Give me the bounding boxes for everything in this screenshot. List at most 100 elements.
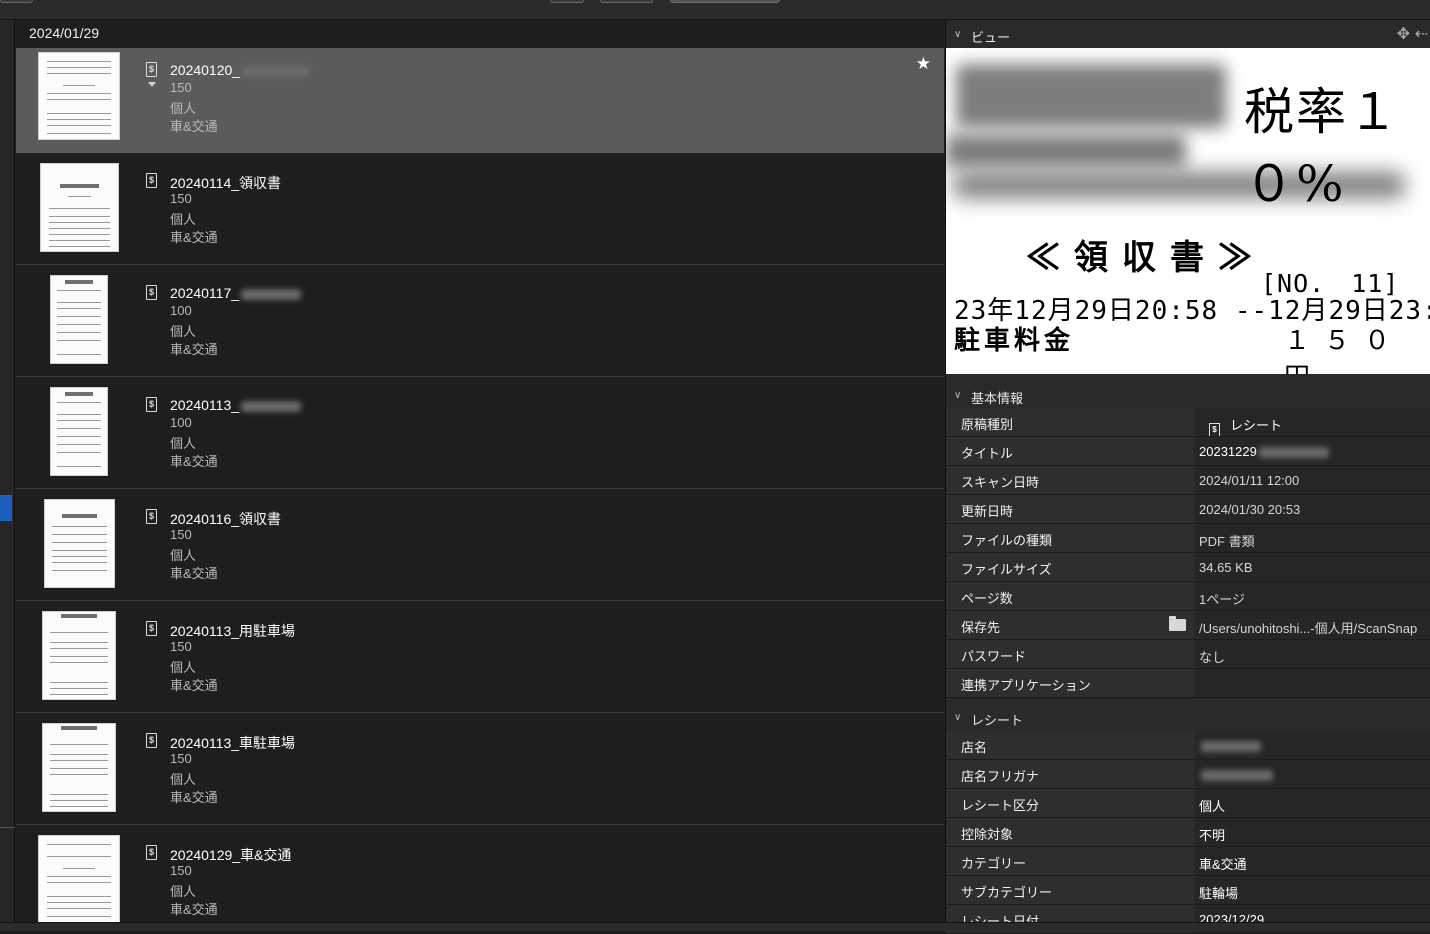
- receipt-doc-icon: $: [146, 173, 157, 188]
- property-row: ファイルの種類 PDF 書類: [946, 524, 1430, 553]
- receipt-thumbnail: [50, 275, 108, 364]
- item-title: 20240113_車駐車場: [170, 735, 296, 751]
- list-item[interactable]: $ 20240113_用駐車場 150 個人 車&交通: [16, 601, 944, 713]
- property-row: ページ数 1ページ: [946, 582, 1430, 611]
- store-kana-field[interactable]: [1195, 760, 1430, 788]
- property-row: 店名フリガナ: [946, 760, 1430, 789]
- item-amount: 100: [170, 415, 192, 430]
- receipt-section-header[interactable]: ∨ レシート: [946, 703, 1430, 731]
- list-item[interactable]: $ 20240113_車駐車場 150 個人 車&交通: [16, 713, 944, 825]
- item-amount: 100: [170, 303, 192, 318]
- item-category: 車&交通: [170, 790, 218, 805]
- property-row: 店名: [946, 731, 1430, 760]
- receipt-doc-icon: $: [146, 397, 157, 412]
- item-category: 車&交通: [170, 119, 218, 134]
- item-title: 20240113_用駐車場: [170, 623, 296, 639]
- view-section-header[interactable]: ∨ ビュー ✥ ⇠: [946, 20, 1430, 48]
- receipt-fee-label: 駐車料金: [954, 326, 1075, 356]
- property-row: パスワード なし: [946, 640, 1430, 669]
- item-owner: 個人: [170, 212, 197, 227]
- redacted-area: [956, 64, 1226, 128]
- divider: [0, 827, 15, 828]
- property-row: 保存先/Users/unohitoshi...-個人用/ScanSnap: [946, 611, 1430, 640]
- item-amount: 150: [170, 80, 192, 95]
- store-field[interactable]: [1195, 731, 1430, 759]
- item-title: 20240114_領収書: [170, 175, 282, 191]
- toolbar-button[interactable]: [0, 0, 33, 3]
- status-bar: [0, 922, 1430, 931]
- item-category: 車&交通: [170, 902, 218, 917]
- toolbar-button[interactable]: [550, 0, 584, 3]
- receipt-tax-rate: 税率１０%: [1244, 83, 1400, 213]
- title-field[interactable]: 20231229: [1195, 437, 1430, 465]
- property-row: 控除対象 不明: [946, 818, 1430, 847]
- receipt-doc-icon: $: [146, 62, 157, 77]
- receipt-doc-icon: $: [1209, 423, 1220, 436]
- property-row: カテゴリー 車&交通: [946, 847, 1430, 876]
- receipt-doc-icon: $: [146, 621, 157, 636]
- item-owner: 個人: [170, 324, 197, 339]
- item-owner: 個人: [170, 772, 197, 787]
- receipt-heading: ≪領収書≫: [1026, 238, 1266, 278]
- receipt-doc-icon: $: [146, 845, 157, 860]
- move-icon[interactable]: ✥ ⇠: [1397, 24, 1428, 44]
- list-item[interactable]: $ 20240114_領収書 150 個人 車&交通: [16, 153, 944, 265]
- receipt-thumbnail: [42, 611, 116, 700]
- receipt-info-table: 店名 店名フリガナ レシート区分 個人 控除対象 不明 カテゴリー 車&交通 サブカテ…: [946, 731, 1430, 934]
- basic-info-section-header[interactable]: ∨ 基本情報: [946, 381, 1430, 408]
- receipt-thumbnail: [42, 723, 116, 812]
- property-row: サブカテゴリー 駐輪場: [946, 876, 1430, 905]
- star-icon[interactable]: ★: [916, 54, 931, 74]
- item-category: 車&交通: [170, 230, 218, 245]
- list-item[interactable]: $ 20240113_ 100 個人 車&交通: [16, 377, 944, 489]
- property-row: 更新日時 2024/01/30 20:53: [946, 495, 1430, 524]
- property-row: タイトル 20231229: [946, 437, 1430, 466]
- toolbar-button[interactable]: [600, 0, 653, 3]
- property-row: ファイルサイズ 34.65 KB: [946, 553, 1430, 582]
- item-amount: 150: [170, 751, 192, 766]
- item-owner: 個人: [170, 101, 197, 116]
- redacted-area: [946, 134, 1186, 168]
- receipt-preview[interactable]: 税率１０% ≪領収書≫ [NO. 11] 23年12月29日20:58 --12…: [946, 48, 1430, 374]
- chevron-down-icon[interactable]: [148, 82, 156, 87]
- receipt-thumbnail: [44, 499, 115, 588]
- sidebar-selection-indicator: [0, 495, 12, 521]
- item-title: 20240120_: [170, 62, 311, 80]
- item-title: 20240113_: [170, 397, 302, 415]
- toolbar: [0, 0, 1430, 20]
- basic-info-table: 原稿種別 $ レシート タイトル 20231229 スキャン日時 2024/01/11 …: [946, 408, 1430, 698]
- item-owner: 個人: [170, 660, 197, 675]
- left-sidebar: [0, 20, 15, 922]
- item-owner: 個人: [170, 884, 197, 899]
- folder-icon[interactable]: [1169, 616, 1186, 631]
- list-item[interactable]: $ 20240117_ 100 個人 車&交通: [16, 265, 944, 377]
- receipt-thumbnail: [38, 835, 120, 922]
- chevron-down-icon[interactable]: ∨: [954, 712, 961, 723]
- item-amount: 150: [170, 863, 192, 878]
- item-category: 車&交通: [170, 342, 218, 357]
- property-row: レシート区分 個人: [946, 789, 1430, 818]
- item-title: 20240129_車&交通: [170, 847, 292, 863]
- list-item[interactable]: $ 20240116_領収書 150 個人 車&交通: [16, 489, 944, 601]
- list-item[interactable]: $ 20240120_ 150 個人 車&交通 ★: [16, 48, 944, 153]
- chevron-down-icon[interactable]: ∨: [954, 29, 961, 40]
- chevron-down-icon[interactable]: ∨: [954, 390, 961, 401]
- item-category: 車&交通: [170, 678, 218, 693]
- receipt-fee-amount: １５０円: [1284, 326, 1405, 374]
- receipt-thumbnail: [50, 387, 108, 476]
- item-amount: 150: [170, 639, 192, 654]
- item-title: 20240117_: [170, 285, 302, 303]
- document-list: 2024/01/29 $ 20240120_ 150 個人 車&交通 ★ $ 2…: [16, 20, 944, 922]
- receipt-thumbnail: [38, 52, 120, 140]
- receipt-doc-icon: $: [146, 285, 157, 300]
- item-amount: 150: [170, 191, 192, 206]
- receipt-doc-icon: $: [146, 733, 157, 748]
- item-amount: 150: [170, 527, 192, 542]
- view-mode-toggle[interactable]: [670, 0, 780, 3]
- item-title: 20240116_領収書: [170, 511, 282, 527]
- item-owner: 個人: [170, 436, 197, 451]
- list-item[interactable]: $ 20240129_車&交通 150 個人 車&交通: [16, 825, 944, 922]
- receipt-thumbnail: [40, 163, 119, 252]
- item-category: 車&交通: [170, 566, 218, 581]
- property-row: スキャン日時 2024/01/11 12:00: [946, 466, 1430, 495]
